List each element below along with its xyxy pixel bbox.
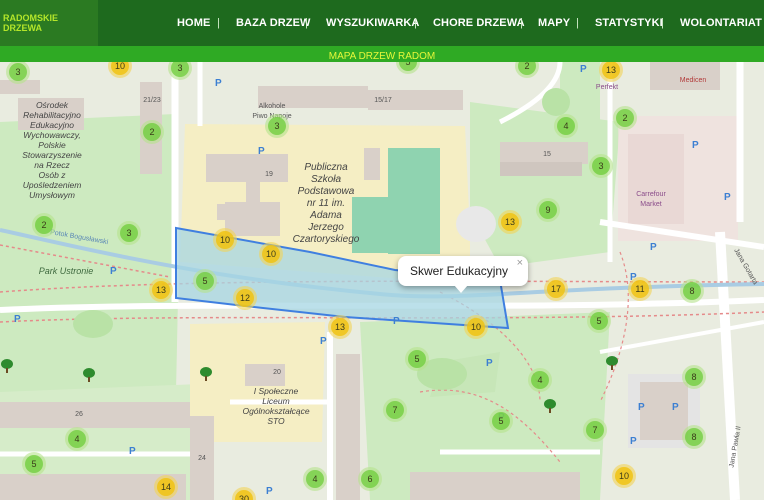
nav-separator: |	[661, 17, 664, 29]
nav-wyszukiwarka[interactable]: WYSZUKIWARKA	[326, 0, 419, 46]
tree-cluster-marker[interactable]: 3	[589, 154, 613, 178]
label-medicen: Medicen	[679, 77, 707, 84]
tree-cluster-marker[interactable]: 2	[140, 120, 164, 144]
tree-cluster-marker[interactable]: 4	[303, 467, 327, 491]
nav-separator: |	[576, 17, 579, 29]
parking-icon: P	[650, 242, 657, 253]
tree-cluster-marker[interactable]: 10	[259, 242, 283, 266]
tree-cluster-marker[interactable]: 17	[544, 277, 568, 301]
tree-cluster-marker[interactable]: 7	[583, 418, 607, 442]
label-carrefour: Carrefour Market	[636, 191, 666, 208]
house-number: 20	[273, 369, 281, 376]
parking-icon: P	[215, 78, 222, 89]
parking-icon: P	[692, 140, 699, 151]
tree-icon[interactable]	[543, 399, 557, 413]
house-number: 15	[543, 151, 551, 158]
tree-cluster-marker[interactable]: 10	[464, 315, 488, 339]
map-title-bar: MAPA DRZEW RADOM	[0, 46, 764, 62]
area-popup: Skwer Edukacyjny ×	[398, 256, 528, 293]
tree-icon[interactable]	[605, 356, 619, 370]
tree-icon[interactable]	[0, 359, 14, 373]
label-perfekt: Perfekt	[595, 84, 619, 91]
tree-cluster-marker[interactable]: 4	[554, 114, 578, 138]
parking-icon: P	[258, 146, 265, 157]
nav-home[interactable]: HOME	[177, 0, 210, 46]
tree-cluster-marker[interactable]: 8	[682, 365, 706, 389]
parking-icon: P	[14, 314, 21, 325]
close-icon[interactable]: ×	[517, 257, 523, 269]
house-number: 24	[198, 455, 206, 462]
tree-cluster-marker[interactable]: 5	[489, 409, 513, 433]
parking-icon: P	[266, 486, 273, 497]
label-szkola: Publiczna Szkoła Podstawowa nr 11 im. Adama J…	[292, 162, 360, 245]
nav-separator: |	[305, 17, 308, 29]
label-liceum: I Społeczne Liceum Ogólnokształcące STO	[242, 386, 310, 426]
tree-cluster-marker[interactable]: 11	[628, 277, 652, 301]
tree-cluster-marker[interactable]: 5	[193, 269, 217, 293]
label-osrodek: Ośrodek Rehabilitacyjno Edukacyjno Wychowaw…	[22, 100, 82, 200]
tree-cluster-marker[interactable]: 12	[233, 286, 257, 310]
tree-cluster-marker[interactable]: 13	[149, 278, 173, 302]
parking-icon: P	[672, 402, 679, 413]
nav-statystyki[interactable]: STATYSTYKI	[595, 0, 663, 46]
nav-chore-drzewa[interactable]: CHORE DRZEWA	[433, 0, 525, 46]
parking-icon: P	[393, 316, 400, 327]
house-number: 19	[265, 171, 273, 178]
nav-separator: |	[520, 17, 523, 29]
tree-cluster-marker[interactable]: 3	[117, 221, 141, 245]
parking-icon: P	[320, 336, 327, 347]
tree-cluster-marker[interactable]: 13	[498, 210, 522, 234]
tree-cluster-marker[interactable]: 5	[587, 309, 611, 333]
tree-cluster-marker[interactable]: 10	[213, 228, 237, 252]
nav-baza-drzew[interactable]: BAZA DRZEW	[236, 0, 311, 46]
popup-title: Skwer Edukacyjny	[410, 264, 509, 278]
logo-line2: DRZEWA	[3, 23, 42, 33]
nav-mapy[interactable]: MAPY	[538, 0, 570, 46]
parking-icon: P	[486, 358, 493, 369]
tree-cluster-marker[interactable]: 13	[328, 315, 352, 339]
tree-cluster-marker[interactable]: 5	[22, 452, 46, 476]
tree-cluster-marker[interactable]: 3	[265, 114, 289, 138]
tree-cluster-marker[interactable]: 9	[536, 198, 560, 222]
tree-cluster-marker[interactable]: 6	[358, 467, 382, 491]
house-number: 21/23	[143, 97, 161, 104]
nav-wolontariat[interactable]: WOLONTARIAT	[680, 0, 762, 46]
tree-cluster-marker[interactable]: 10	[612, 464, 636, 488]
tree-cluster-marker[interactable]: 8	[682, 425, 706, 449]
parking-icon: P	[724, 192, 731, 203]
tree-cluster-marker[interactable]: 14	[154, 475, 178, 499]
popup-pointer	[454, 285, 468, 293]
site-logo[interactable]: RADOMSKIE DRZEWA	[0, 0, 98, 46]
nav-separator: |	[414, 17, 417, 29]
top-navigation-bar: RADOMSKIE DRZEWA HOME | BAZA DRZEW | WYS…	[0, 0, 764, 46]
parking-icon: P	[129, 446, 136, 457]
logo-line1: RADOMSKIE	[3, 13, 59, 23]
tree-icon[interactable]	[199, 367, 213, 381]
parking-icon: P	[638, 402, 645, 413]
tree-cluster-marker[interactable]: 7	[383, 398, 407, 422]
tree-cluster-marker[interactable]: 4	[65, 427, 89, 451]
house-number: 15/17	[374, 97, 392, 104]
parking-icon: P	[580, 64, 587, 75]
nav-separator: |	[217, 17, 220, 29]
house-number: 26	[75, 411, 83, 418]
tree-cluster-marker[interactable]: 5	[405, 347, 429, 371]
parking-icon: P	[110, 266, 117, 277]
parking-icon: P	[630, 436, 637, 447]
tree-icon[interactable]	[82, 368, 96, 382]
tree-cluster-marker[interactable]: 4	[528, 368, 552, 392]
tree-cluster-marker[interactable]: 2	[613, 106, 637, 130]
tree-cluster-marker[interactable]: 2	[32, 213, 56, 237]
map-title: MAPA DRZEW RADOM	[328, 51, 436, 62]
tree-map[interactable]: Ośrodek Rehabilitacyjno Edukacyjno Wychowaw…	[0, 62, 764, 500]
tree-cluster-marker[interactable]: 8	[680, 279, 704, 303]
label-park-ustronie: Park Ustronie	[38, 266, 94, 276]
